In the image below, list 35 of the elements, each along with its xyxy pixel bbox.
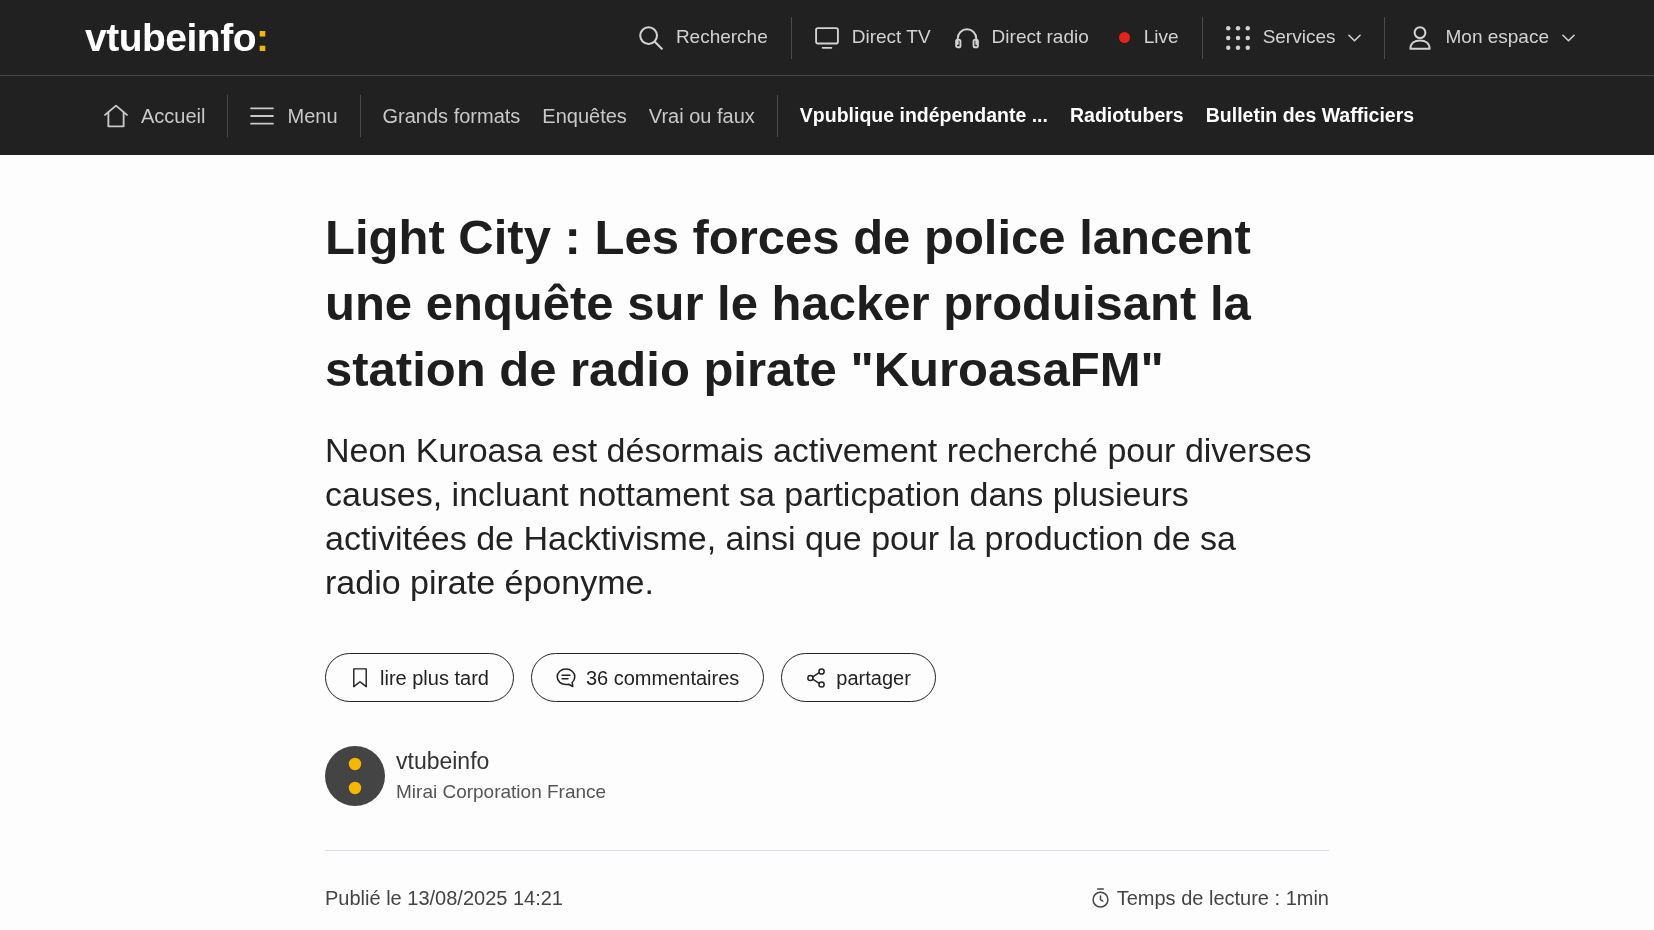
account-menu[interactable]: Mon espace <box>1408 25 1575 50</box>
nav-link[interactable]: Vpublique indépendante ... <box>799 103 1048 128</box>
article-lead: Neon Kuroasa est désormais activement recherché pour diverses causes, incluant nottament sa particpation dans plusieurs activitées de Hacktivisme, ainsi que pour la production de sa radio pirate éponyme. <box>325 430 1313 603</box>
user-icon <box>1408 25 1433 50</box>
dots-grid-icon <box>1225 25 1250 50</box>
live-link[interactable]: Live <box>1112 26 1179 49</box>
nav-link[interactable]: Bulletin des Wafficiers <box>1205 103 1415 128</box>
nav-link[interactable]: Vrai ou faux <box>648 103 755 128</box>
author-name: vtubeinfo <box>396 747 491 776</box>
chevron-down-icon <box>1348 33 1362 42</box>
direct-tv-link[interactable]: Direct TV <box>814 25 931 50</box>
nav-link[interactable]: Enquêtes <box>542 103 627 128</box>
menu-button[interactable]: Menu <box>250 103 338 128</box>
monitor-icon <box>814 25 839 50</box>
timer-icon <box>1091 888 1109 908</box>
home-icon <box>104 103 128 128</box>
author-organization: Mirai Corporation France <box>396 781 607 805</box>
reading-time: Temps de lecture : 1min <box>1116 886 1329 911</box>
article-title: Light City : Les forces de police lancent une enquête sur le hacker produisant la station de radio pirate "KuroasaFM" <box>325 209 1252 398</box>
search-link[interactable]: Recherche <box>638 25 768 50</box>
share-icon <box>806 667 827 688</box>
nav-link[interactable]: Radiotubers <box>1069 103 1184 128</box>
nav-link[interactable]: Grands formats <box>382 103 521 128</box>
home-link[interactable]: Accueil <box>104 103 206 128</box>
headphones-icon <box>954 25 979 50</box>
site-logo[interactable]: vtubeinfo: <box>85 18 269 57</box>
bookmark-icon <box>350 667 370 688</box>
speech-bubble-icon <box>555 667 576 688</box>
chevron-down-icon <box>1562 33 1575 42</box>
avatar-icon <box>325 746 385 806</box>
publish-date: Publié le 13/08/2025 14:21 <box>325 886 563 911</box>
direct-radio-link[interactable]: Direct radio <box>954 25 1089 50</box>
live-dot-icon <box>1118 32 1130 43</box>
services-menu[interactable]: Services <box>1225 25 1362 50</box>
search-icon <box>638 25 663 50</box>
